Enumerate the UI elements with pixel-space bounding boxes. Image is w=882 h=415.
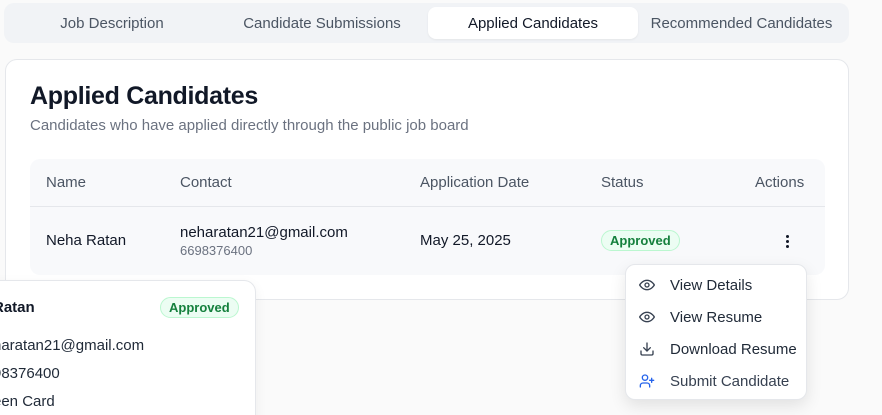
status-badge: Approved — [601, 230, 680, 251]
kebab-dot-icon — [785, 239, 789, 243]
kebab-dot-icon — [785, 244, 789, 248]
menu-item-submit-candidate[interactable]: Submit Candidate — [626, 365, 806, 397]
column-header-contact: Contact — [180, 174, 232, 191]
column-header-actions: Actions — [755, 174, 805, 191]
row-actions-button[interactable] — [778, 231, 796, 251]
menu-item-label: View Resume — [670, 308, 763, 326]
kebab-dot-icon — [785, 234, 789, 238]
tab-candidate-submissions[interactable]: Candidate Submissions — [216, 7, 428, 39]
column-header-status: Status — [601, 174, 644, 191]
user-plus-icon — [638, 372, 656, 390]
menu-item-label: Submit Candidate — [670, 372, 790, 390]
column-header-application-date: Application Date — [420, 174, 530, 191]
menu-item-label: View Details — [670, 276, 753, 294]
candidates-table: Name Contact Application Date Status Act… — [30, 159, 825, 275]
table-header: Name Contact Application Date Status Act… — [30, 159, 825, 207]
page-title: Applied Candidates — [30, 82, 258, 110]
candidate-preview-card: Ratan Approved haratan21@gmail.com 98376… — [0, 280, 256, 415]
candidate-email: neharatan21@gmail.com — [180, 224, 348, 241]
candidate-name: Neha Ratan — [46, 232, 127, 249]
tab-job-description[interactable]: Job Description — [8, 7, 216, 39]
preview-phone: 98376400 — [0, 365, 60, 382]
application-date: May 25, 2025 — [420, 232, 511, 249]
eye-icon — [638, 308, 656, 326]
row-actions-menu: View Details View Resume Download Resume… — [625, 264, 807, 400]
menu-item-view-resume[interactable]: View Resume — [626, 301, 806, 333]
preview-visa-status: een Card — [0, 393, 55, 410]
tab-recommended-candidates[interactable]: Recommended Candidates — [638, 7, 845, 39]
menu-item-view-details[interactable]: View Details — [626, 269, 806, 301]
download-icon — [638, 340, 656, 358]
tab-applied-candidates[interactable]: Applied Candidates — [428, 7, 638, 39]
column-header-name: Name — [46, 174, 87, 191]
menu-item-download-resume[interactable]: Download Resume — [626, 333, 806, 365]
preview-candidate-name: Ratan — [0, 299, 35, 316]
page-subtitle: Candidates who have applied directly thr… — [30, 117, 469, 134]
menu-item-label: Download Resume — [670, 340, 797, 358]
preview-status-badge: Approved — [160, 297, 239, 318]
candidate-phone: 6698376400 — [180, 243, 253, 258]
preview-email: haratan21@gmail.com — [0, 337, 145, 354]
tab-bar: Job Description Candidate Submissions Ap… — [4, 3, 849, 43]
eye-icon — [638, 276, 656, 294]
